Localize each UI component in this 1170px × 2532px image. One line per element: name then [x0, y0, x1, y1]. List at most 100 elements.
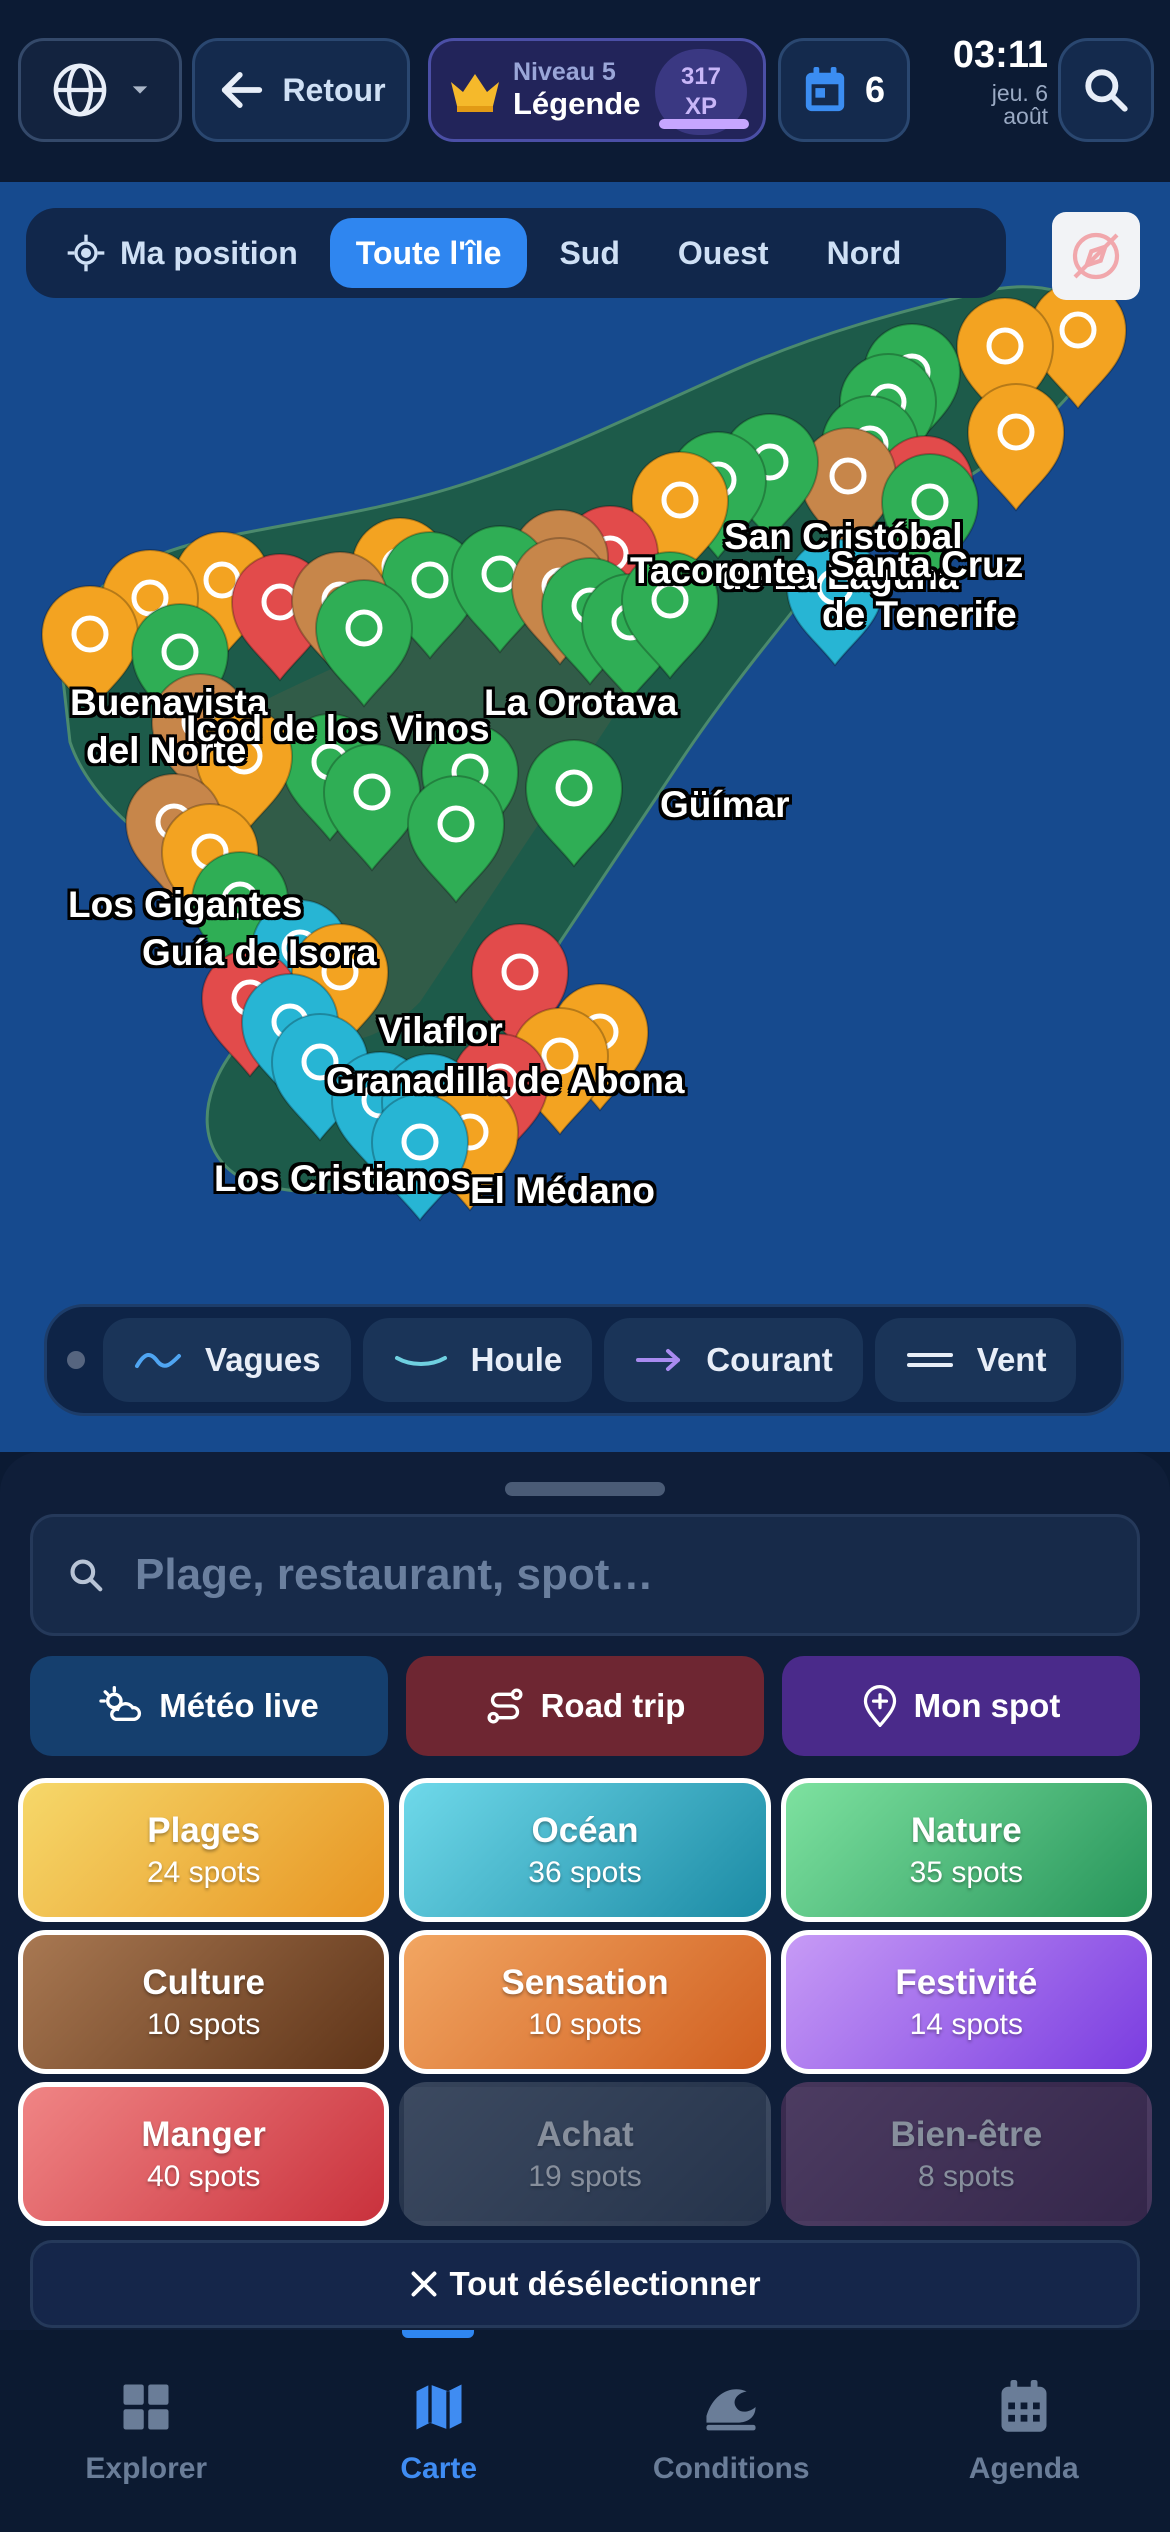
category-count: 24 spots: [146, 1856, 261, 1890]
category-beaches[interactable]: Plages 24 spots: [18, 1778, 390, 1922]
action-label: Mon spot: [913, 1687, 1061, 1724]
category-nature[interactable]: Nature 35 spots: [780, 1778, 1152, 1922]
legend-wind[interactable]: Vent: [874, 1318, 1077, 1402]
category-ocean[interactable]: Océan 36 spots: [399, 1778, 771, 1922]
route-icon: [487, 1688, 523, 1724]
globe-icon: [53, 63, 107, 117]
agenda-count: 6: [864, 69, 886, 110]
deselect-label: Tout désélectionner: [449, 2265, 761, 2302]
close-icon: [411, 2271, 437, 2297]
map-icon: [416, 2384, 462, 2430]
place-label: Vilaflor: [378, 1010, 503, 1051]
zone-label: Nord: [826, 234, 902, 271]
zone-west[interactable]: Ouest: [652, 218, 795, 288]
nav-active-indicator: [402, 2330, 474, 2338]
zone-label: Sud: [559, 234, 620, 271]
search-button[interactable]: [1058, 38, 1154, 142]
search-input[interactable]: [135, 1550, 1035, 1600]
crosshair-icon: [66, 233, 106, 273]
category-sensation[interactable]: Sensation 10 spots: [399, 1930, 771, 2074]
place-label: Tacoronte: [630, 550, 807, 591]
back-button[interactable]: Retour: [192, 38, 410, 142]
category-wellness[interactable]: Bien-être 8 spots: [780, 2082, 1152, 2226]
island-map[interactable]: [0, 182, 1170, 1452]
category-name: Bien-être: [890, 2114, 1043, 2154]
quick-actions: Météo live Road trip Mon spot: [30, 1656, 1140, 1756]
my-spot-button[interactable]: Mon spot: [782, 1656, 1140, 1756]
category-name: Nature: [910, 1810, 1022, 1850]
category-culture[interactable]: Culture 10 spots: [18, 1930, 390, 2074]
nav-label: Carte: [400, 2452, 478, 2485]
live-weather-button[interactable]: Météo live: [30, 1656, 388, 1756]
zone-label: Toute l'île: [355, 234, 502, 271]
zone-north[interactable]: Nord: [801, 218, 928, 288]
road-trip-button[interactable]: Road trip: [406, 1656, 764, 1756]
place-label: Guía de Isora: [142, 932, 377, 973]
chevron-down-icon: [132, 86, 148, 94]
place-label: Güímar: [660, 784, 790, 825]
bottom-sheet: Météo live Road trip Mon spot Plages 24 s…: [0, 1452, 1170, 2330]
level-text: Niveau 5 Légende: [513, 59, 640, 121]
category-name: Manger: [141, 2114, 266, 2154]
category-festivities[interactable]: Festivité 14 spots: [780, 1930, 1152, 2074]
clock-day: jeu. 6: [991, 80, 1048, 106]
place-label: Los Cristianos: [214, 1158, 471, 1199]
search-field[interactable]: [30, 1514, 1140, 1636]
zone-filter-bar: Ma position Toute l'île Sud Ouest Nord: [26, 208, 1006, 298]
compass-button[interactable]: [1052, 212, 1140, 300]
zone-whole-island[interactable]: Toute l'île: [329, 218, 528, 288]
calendar-icon: [1001, 2380, 1047, 2432]
sheet-drag-handle[interactable]: [505, 1482, 665, 1496]
category-count: 14 spots: [909, 2008, 1024, 2042]
nav-carte[interactable]: Carte: [293, 2330, 586, 2532]
zone-label: Ouest: [677, 234, 769, 271]
beach-spot-marker[interactable]: [966, 383, 1066, 512]
arrow-left-icon: [222, 72, 263, 108]
zone-south[interactable]: Sud: [533, 218, 645, 288]
compass-off-icon: [1072, 232, 1120, 280]
category-count: 8 spots: [917, 2160, 1015, 2194]
category-shopping[interactable]: Achat 19 spots: [399, 2082, 771, 2226]
category-count: 36 spots: [528, 1856, 642, 1890]
category-food[interactable]: Manger 40 spots: [18, 2082, 390, 2226]
map[interactable]: Ma position Toute l'île Sud Ouest Nord S…: [0, 182, 1170, 1452]
place-label: Santa Cruz: [830, 544, 1024, 585]
language-button[interactable]: [18, 38, 182, 142]
category-name: Plages: [147, 1810, 261, 1850]
deselect-all-button[interactable]: Tout désélectionner: [30, 2240, 1140, 2328]
crown-icon: [451, 74, 499, 112]
legend-toggle-dot[interactable]: [67, 1351, 85, 1369]
category-count: 10 spots: [146, 2008, 261, 2042]
search-icon: [1085, 69, 1128, 112]
back-label: Retour: [282, 71, 386, 108]
place-label: Los Gigantes: [68, 884, 303, 925]
level-label: Niveau 5: [513, 58, 616, 87]
agenda-button[interactable]: 6: [778, 38, 910, 142]
legend-label: Vent: [976, 1341, 1047, 1378]
action-label: Météo live: [159, 1687, 319, 1724]
nav-explorer[interactable]: Explorer: [0, 2330, 293, 2532]
category-count: 35 spots: [909, 1856, 1024, 1890]
category-name: Sensation: [501, 1962, 669, 2002]
category-name: Océan: [531, 1810, 639, 1850]
category-name: Festivité: [895, 1962, 1038, 2002]
wave-icon: [706, 2389, 756, 2431]
calendar-icon: [805, 67, 845, 112]
nav-agenda[interactable]: Agenda: [878, 2330, 1170, 2532]
level-title: Légende: [513, 85, 641, 121]
legend-waves[interactable]: Vagues: [103, 1318, 351, 1402]
level-button[interactable]: Niveau 5 Légende 317 XP: [428, 38, 766, 142]
search-icon: [70, 1559, 103, 1592]
place-label: Icod de los Vinos: [186, 708, 490, 749]
swell-icon: [394, 1356, 447, 1366]
nav-conditions[interactable]: Conditions: [585, 2330, 878, 2532]
clock-time: 03:11: [952, 34, 1048, 76]
legend-current[interactable]: Courant: [604, 1318, 863, 1402]
xp-unit: XP: [684, 93, 717, 120]
zone-my-position[interactable]: Ma position: [40, 218, 324, 288]
wind-icon: [906, 1353, 953, 1367]
app: Retour Niveau 5 Légende 317 XP 6 03:11 j…: [0, 0, 1170, 2532]
legend-swell[interactable]: Houle: [362, 1318, 593, 1402]
clock: 03:11 jeu. 6 août: [930, 36, 1048, 128]
place-label: El Médano: [470, 1170, 656, 1211]
